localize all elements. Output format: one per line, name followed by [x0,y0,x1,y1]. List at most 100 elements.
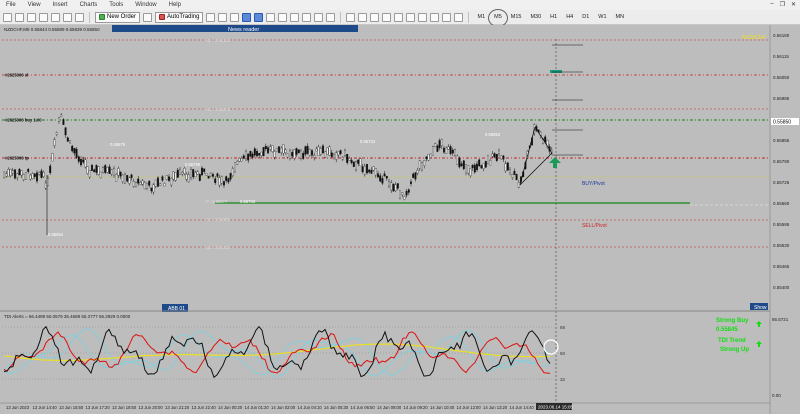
price-tag: 0.55654 [48,232,64,237]
time-axis-label: 14 Jun 14:40 [510,405,535,410]
metaeditor-icon[interactable] [143,12,153,22]
timeframe-m15[interactable]: M15 [508,14,525,20]
up-arrow-icon [756,341,762,347]
candle-body [223,181,225,186]
trendline-icon[interactable] [394,12,404,22]
candle-body [161,176,164,181]
candle-body [264,145,267,150]
candlestick-icon[interactable] [218,12,228,22]
terminal-icon[interactable] [63,12,72,22]
bar-chart-icon[interactable] [206,12,216,22]
cursor-icon[interactable] [346,12,356,22]
crosshair-icon[interactable] [358,12,368,22]
zoom-in-icon[interactable] [242,12,252,22]
timeframe-w1[interactable]: W1 [595,14,609,20]
menu-file[interactable]: File [6,2,16,8]
candle-body [97,166,100,175]
chart-canvas[interactable]: News reader NZDCHF,M5 0.55844 0.55889 0.… [0,25,800,414]
candle-body [245,151,247,159]
candle-body [249,150,252,157]
candle-body [196,171,199,175]
timeframe-mn[interactable]: MN [613,14,628,20]
minimize-icon[interactable]: – [770,1,773,8]
price-axis-label: 0.55790 [773,159,790,164]
indicators-icon[interactable] [302,12,312,22]
templates-icon[interactable] [326,12,336,22]
candle-body [170,178,173,186]
restore-icon[interactable]: ❐ [780,1,785,8]
timeframe-d1[interactable]: D1 [579,14,592,20]
menu-tools[interactable]: Tools [109,2,123,8]
candle-body [267,147,269,154]
candle-body [179,169,181,175]
timeframe-m30[interactable]: M30 [527,14,544,20]
label-icon[interactable] [442,12,452,22]
candle-body [313,155,316,158]
candle-body [27,169,30,172]
close-icon[interactable]: ✕ [791,1,796,8]
line-chart-icon[interactable] [230,12,240,22]
arrows-icon[interactable] [454,12,464,22]
new-order-button[interactable]: New Order [95,11,141,23]
menu-help[interactable]: Help [169,2,181,8]
candle-body [18,168,21,176]
order-tag[interactable]: #2625006 sl [5,73,28,78]
candle-body [280,147,283,154]
candle-body [49,165,52,174]
candle-body [99,171,102,179]
horizontal-line-icon[interactable] [382,12,392,22]
new-chart-icon[interactable] [3,12,12,22]
order-tag[interactable]: #2625006 buy 1.00 [5,118,42,123]
text-icon[interactable] [430,12,440,22]
channel-icon[interactable] [406,12,416,22]
candle-body [348,158,351,161]
candle-body [130,174,133,178]
navigator-icon[interactable] [51,12,60,22]
toolbar-separator [89,11,90,23]
time-axis-label: 14 Jun 13:20 [483,405,508,410]
vertical-line-icon[interactable] [370,12,380,22]
candle-body [429,153,432,159]
time-axis-label: 13 Jun 15:50 [59,405,84,410]
tile-windows-icon[interactable] [266,12,276,22]
data-window-icon[interactable] [39,12,48,22]
candle-body [5,173,8,177]
chart-shift-icon[interactable] [290,12,300,22]
price-tag: 0.55703 [240,199,256,204]
candle-body [447,146,450,150]
price-tag: 0.55879 [110,142,126,147]
candle-body [77,156,80,162]
autotrading-button[interactable]: AutoTrading [155,11,204,23]
candle-body [275,148,278,152]
autotrading-label: AutoTrading [167,14,200,20]
zoom-out-icon[interactable] [254,12,264,22]
fibonacci-icon[interactable] [418,12,428,22]
candle-body [183,168,186,174]
market-watch-icon[interactable] [27,12,36,22]
candle-body [482,163,485,169]
candle-body [495,153,498,161]
candle-body [460,163,463,166]
profiles-icon[interactable] [15,12,24,22]
tester-icon[interactable] [75,12,84,22]
timeframe-m5[interactable]: M5 [488,9,509,27]
menu-window[interactable]: Window [135,2,156,8]
chart-area[interactable]: News reader NZDCHF,M5 0.55844 0.55889 0.… [0,25,800,414]
menu-insert[interactable]: Insert [53,2,68,8]
candle-body [370,169,373,174]
strong-up-label: Strong Up [720,347,749,353]
candle-body [381,178,384,184]
timeframe-m1[interactable]: M1 [474,14,488,20]
timeframe-h4[interactable]: H4 [563,14,576,20]
menu-view[interactable]: View [28,2,41,8]
candle-body [258,153,261,156]
order-tag[interactable]: #2625006 tp [5,156,29,161]
menu-charts[interactable]: Charts [80,2,98,8]
candle-body [476,163,478,170]
candle-body [218,177,221,186]
new-order-label: New Order [107,14,137,20]
candle-body [337,151,340,156]
timeframe-h1[interactable]: H1 [547,14,560,20]
autoscroll-icon[interactable] [278,12,288,22]
periods-icon[interactable] [314,12,324,22]
